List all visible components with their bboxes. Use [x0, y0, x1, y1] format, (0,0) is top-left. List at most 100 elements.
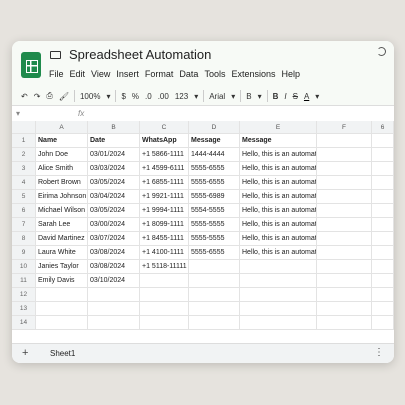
table-cell[interactable]: +1 5866-1111: [140, 148, 189, 161]
row-number[interactable]: 12: [12, 288, 36, 301]
table-cell[interactable]: [240, 302, 317, 315]
row-number[interactable]: 1: [12, 134, 36, 147]
row-number[interactable]: 8: [12, 232, 36, 245]
table-cell[interactable]: [36, 316, 88, 329]
table-cell[interactable]: Michael Wilson: [36, 204, 88, 217]
table-cell[interactable]: [140, 316, 189, 329]
table-cell[interactable]: [372, 204, 394, 217]
formula-bar[interactable]: ▾ fx: [12, 105, 394, 121]
header-cell[interactable]: [317, 134, 372, 147]
table-cell[interactable]: Sarah Lee: [36, 218, 88, 231]
table-cell[interactable]: [317, 204, 372, 217]
table-cell[interactable]: [317, 176, 372, 189]
table-cell[interactable]: [372, 274, 394, 287]
column-header[interactable]: F: [317, 121, 372, 133]
folder-icon[interactable]: [50, 51, 61, 59]
table-cell[interactable]: +1 4100-1111: [140, 246, 189, 259]
row-number[interactable]: 11: [12, 274, 36, 287]
table-cell[interactable]: [88, 316, 140, 329]
table-cell[interactable]: [36, 288, 88, 301]
table-cell[interactable]: +1 9994-1111: [140, 204, 189, 217]
menu-file[interactable]: File: [49, 69, 64, 79]
table-cell[interactable]: [189, 302, 240, 315]
table-cell[interactable]: 03/05/2024: [88, 176, 140, 189]
row-number[interactable]: 5: [12, 190, 36, 203]
table-cell[interactable]: [372, 148, 394, 161]
table-cell[interactable]: [317, 316, 372, 329]
table-cell[interactable]: [240, 316, 317, 329]
font-select[interactable]: Arial: [206, 87, 228, 105]
number-format-select[interactable]: 123: [172, 87, 191, 105]
table-cell[interactable]: [317, 148, 372, 161]
table-cell[interactable]: [372, 316, 394, 329]
table-cell[interactable]: 03/03/2024: [88, 162, 140, 175]
more-options-icon[interactable]: ⋮: [374, 347, 384, 358]
row-number[interactable]: 10: [12, 260, 36, 273]
add-sheet-button[interactable]: +: [22, 347, 28, 359]
currency-format-button[interactable]: $: [118, 87, 128, 105]
header-cell[interactable]: Message: [240, 134, 317, 147]
zoom-select[interactable]: 100%: [77, 87, 103, 105]
table-cell[interactable]: 03/01/2024: [88, 148, 140, 161]
table-cell[interactable]: David Martinez: [36, 232, 88, 245]
strikethrough-button[interactable]: S: [290, 87, 301, 105]
header-cell[interactable]: [372, 134, 394, 147]
table-cell[interactable]: 03/00/2024: [88, 218, 140, 231]
table-cell[interactable]: Hello, this is an automated message.: [240, 218, 317, 231]
table-cell[interactable]: [372, 218, 394, 231]
table-cell[interactable]: [317, 190, 372, 203]
table-cell[interactable]: [317, 260, 372, 273]
select-all-corner[interactable]: [12, 121, 36, 133]
menu-view[interactable]: View: [91, 69, 110, 79]
italic-button[interactable]: I: [281, 87, 289, 105]
table-cell[interactable]: [240, 260, 317, 273]
header-cell[interactable]: Message: [189, 134, 240, 147]
table-cell[interactable]: [240, 274, 317, 287]
table-cell[interactable]: [36, 302, 88, 315]
table-cell[interactable]: [88, 288, 140, 301]
table-cell[interactable]: [317, 302, 372, 315]
row-number[interactable]: 14: [12, 316, 36, 329]
table-cell[interactable]: John Doe: [36, 148, 88, 161]
row-number[interactable]: 4: [12, 176, 36, 189]
table-cell[interactable]: [317, 218, 372, 231]
table-cell[interactable]: Laura White: [36, 246, 88, 259]
table-cell[interactable]: [140, 274, 189, 287]
table-cell[interactable]: [88, 302, 140, 315]
table-cell[interactable]: 03/07/2024: [88, 232, 140, 245]
column-header[interactable]: A: [36, 121, 88, 133]
column-header[interactable]: 6: [372, 121, 394, 133]
header-cell[interactable]: WhatsApp: [140, 134, 189, 147]
table-cell[interactable]: [189, 316, 240, 329]
increase-decimal-button[interactable]: .00: [155, 87, 172, 105]
table-cell[interactable]: 03/05/2024: [88, 204, 140, 217]
menu-format[interactable]: Format: [145, 69, 174, 79]
table-cell[interactable]: +1 8455-1111: [140, 232, 189, 245]
table-cell[interactable]: Hello, this is an automated message.: [240, 190, 317, 203]
row-number[interactable]: 7: [12, 218, 36, 231]
table-cell[interactable]: Robert Brown: [36, 176, 88, 189]
row-number[interactable]: 13: [12, 302, 36, 315]
sync-icon[interactable]: [377, 47, 386, 56]
table-cell[interactable]: +1 8099-1111: [140, 218, 189, 231]
table-cell[interactable]: +1 4599-6111: [140, 162, 189, 175]
table-cell[interactable]: 5554-5555: [189, 204, 240, 217]
table-cell[interactable]: +1 6855-1111: [140, 176, 189, 189]
name-box-icon[interactable]: ▾: [16, 109, 20, 118]
table-cell[interactable]: Hello, this is an automated message.: [240, 246, 317, 259]
row-number[interactable]: 2: [12, 148, 36, 161]
table-cell[interactable]: 03/08/2024: [88, 246, 140, 259]
redo-icon[interactable]: ↷: [31, 87, 44, 105]
percent-format-button[interactable]: %: [129, 87, 142, 105]
menu-tools[interactable]: Tools: [204, 69, 225, 79]
table-cell[interactable]: 1444-4444: [189, 148, 240, 161]
table-cell[interactable]: [189, 288, 240, 301]
table-cell[interactable]: Hello, this is an automated message.: [240, 162, 317, 175]
header-cell[interactable]: Name: [36, 134, 88, 147]
table-cell[interactable]: [372, 246, 394, 259]
table-cell[interactable]: Hello, this is an automated message.: [240, 232, 317, 245]
table-cell[interactable]: 03/04/2024: [88, 190, 140, 203]
table-cell[interactable]: [372, 190, 394, 203]
table-cell[interactable]: [372, 176, 394, 189]
table-cell[interactable]: 03/10/2024: [88, 274, 140, 287]
